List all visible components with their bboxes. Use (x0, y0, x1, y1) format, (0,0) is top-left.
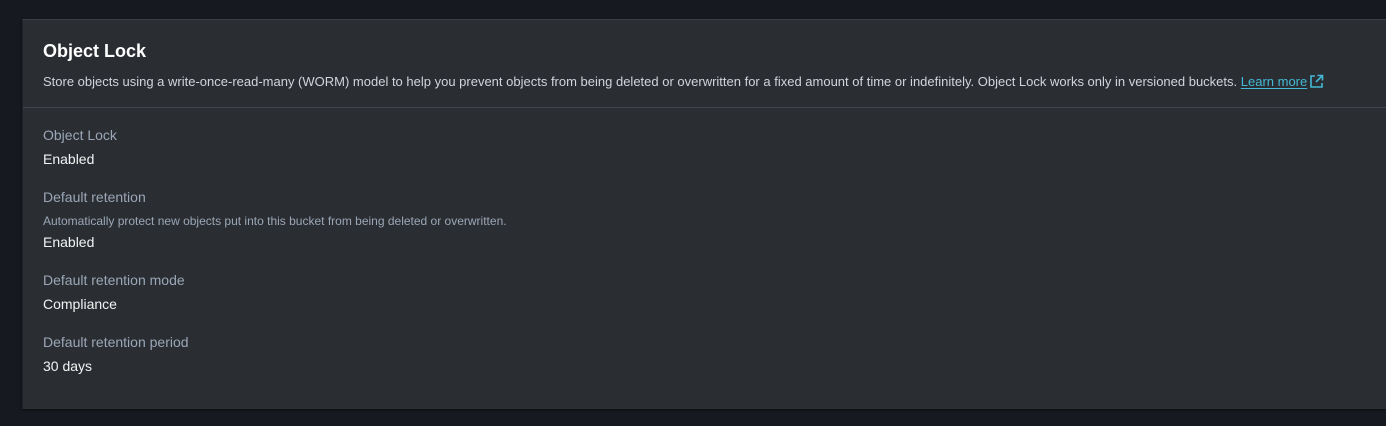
field-label: Default retention mode (43, 272, 185, 288)
field-label: Object Lock (43, 127, 117, 143)
panel-description: Store objects using a write-once-read-ma… (43, 72, 1366, 95)
field-value: Enabled (43, 151, 95, 167)
field-default-retention: Default retention Automatically protect … (43, 187, 1366, 252)
object-lock-panel: Object Lock Store objects using a write-… (22, 19, 1386, 409)
field-retention-period: Default retention period 30 days (43, 332, 1366, 376)
field-retention-mode: Default retention mode Compliance (43, 270, 1366, 314)
field-label: Default retention period (43, 334, 189, 350)
panel-header: Object Lock Store objects using a write-… (23, 20, 1386, 108)
learn-more-link[interactable]: Learn more (1241, 74, 1324, 89)
panel-body: Object Lock Enabled Default retention Au… (23, 108, 1386, 376)
field-hint: Automatically protect new objects put in… (43, 214, 507, 228)
field-value: 30 days (43, 358, 93, 374)
description-text: Store objects using a write-once-read-ma… (43, 74, 1241, 89)
field-object-lock: Object Lock Enabled (43, 125, 1366, 169)
learn-more-label: Learn more (1240, 74, 1308, 89)
external-link-icon (1309, 74, 1324, 95)
panel-title: Object Lock (43, 41, 147, 61)
field-value: Enabled (43, 234, 95, 250)
field-value: Compliance (43, 296, 117, 312)
field-label: Default retention (43, 189, 146, 205)
